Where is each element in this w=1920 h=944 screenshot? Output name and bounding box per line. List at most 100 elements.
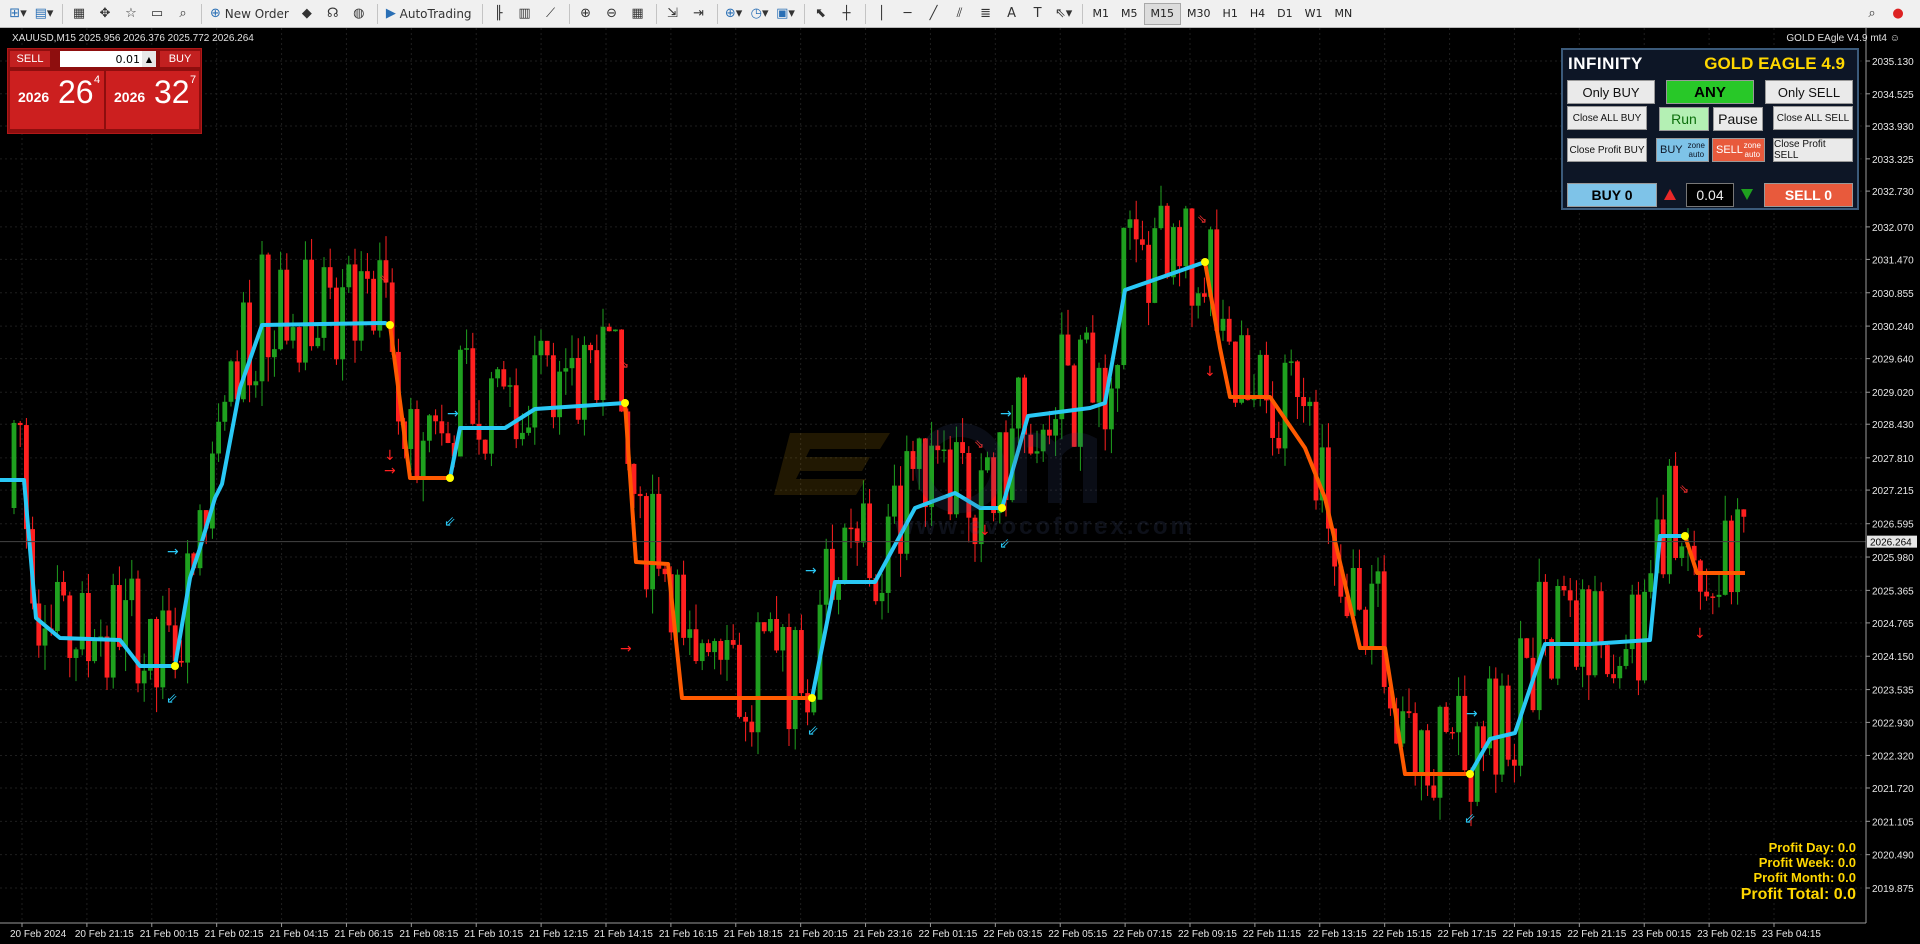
- lot-down-arrow-icon[interactable]: [1741, 189, 1753, 200]
- buy-signal-arrow: →: [805, 563, 817, 579]
- candle-body: [1698, 560, 1703, 592]
- templates-icon[interactable]: ▣ ▾: [774, 3, 798, 25]
- crosshair-icon[interactable]: ┼: [835, 3, 859, 25]
- toolbar-divider: [864, 3, 866, 24]
- only-buy-button[interactable]: Only BUY: [1567, 80, 1655, 104]
- text-icon[interactable]: A: [1000, 3, 1024, 25]
- lot-up-arrow-icon[interactable]: [1664, 189, 1676, 200]
- periods-icon[interactable]: ◷ ▾: [748, 3, 772, 25]
- candle-body: [588, 344, 593, 351]
- close-profit-sell-button[interactable]: Close Profit SELL: [1773, 138, 1853, 162]
- arrows-icon[interactable]: ⇖▾: [1052, 3, 1076, 25]
- price-axis-label: 2032.730: [1872, 187, 1914, 198]
- trendline-icon[interactable]: ╱: [922, 3, 946, 25]
- candle-body: [699, 643, 705, 662]
- auto-scroll-icon[interactable]: ⇲: [661, 3, 685, 25]
- terminal-icon[interactable]: ▭: [145, 3, 169, 25]
- candle-body: [1704, 591, 1709, 597]
- time-axis-label: 21 Feb 14:15: [594, 929, 653, 940]
- candle-body: [1171, 227, 1176, 278]
- candle-body: [470, 348, 476, 424]
- candle-body: [408, 409, 414, 449]
- tf-w1[interactable]: W1: [1299, 3, 1329, 25]
- buy-count-button[interactable]: BUY 0: [1567, 183, 1657, 207]
- metaeditor-icon[interactable]: ◆: [295, 3, 319, 25]
- zoom-out-icon[interactable]: ⊖: [600, 3, 624, 25]
- candle-body: [61, 581, 66, 596]
- new-chart-icon[interactable]: ⊞ ▾: [6, 3, 30, 25]
- toolbar-divider: [716, 3, 718, 24]
- tile-windows-icon[interactable]: ▦: [626, 3, 650, 25]
- market-icon[interactable]: ◍: [347, 3, 371, 25]
- profit-day: Profit Day: 0.0: [1768, 840, 1856, 855]
- tf-h1[interactable]: H1: [1217, 3, 1244, 25]
- any-button[interactable]: ANY: [1666, 80, 1754, 104]
- lot-increase-button[interactable]: ▲: [142, 51, 156, 67]
- toolbar-divider: [1081, 3, 1083, 24]
- candle-body: [1140, 239, 1145, 245]
- one-click-sell-button[interactable]: SELL: [10, 51, 50, 67]
- signals-icon[interactable]: ☊: [321, 3, 345, 25]
- tf-d1[interactable]: D1: [1271, 3, 1298, 25]
- one-click-buy-button[interactable]: BUY: [160, 51, 200, 67]
- time-axis-label: 21 Feb 02:15: [205, 929, 264, 940]
- ask-price-button[interactable]: 2026 32 7: [106, 71, 199, 129]
- buy-zone-auto-button[interactable]: BUY zone auto: [1656, 138, 1709, 162]
- tf-m30[interactable]: M30: [1181, 3, 1217, 25]
- toolbar-divider: [568, 3, 570, 24]
- candle-body: [1660, 519, 1666, 575]
- candlestick-icon[interactable]: ▥: [513, 3, 537, 25]
- bar-chart-icon[interactable]: ╟: [487, 3, 511, 25]
- pause-button[interactable]: Pause: [1713, 107, 1763, 131]
- tf-m1[interactable]: M1: [1087, 3, 1116, 25]
- bid-price-button[interactable]: 2026 26 4: [10, 71, 104, 129]
- sell-signal-arrow: ↓: [1694, 626, 1706, 642]
- zoom-in-icon[interactable]: ⊕: [574, 3, 598, 25]
- candle-body: [1084, 332, 1089, 340]
- ea-lot-input[interactable]: 0.04: [1686, 183, 1734, 207]
- cursor-icon[interactable]: ⬉: [809, 3, 833, 25]
- chart-shift-icon[interactable]: ⇥: [687, 3, 711, 25]
- candle-body: [743, 716, 748, 722]
- close-all-buy-button[interactable]: Close ALL BUY: [1567, 106, 1647, 130]
- candle-body: [613, 329, 618, 332]
- tf-mn[interactable]: MN: [1328, 3, 1358, 25]
- close-all-sell-button[interactable]: Close ALL SELL: [1773, 106, 1853, 130]
- notification-icon[interactable]: ●: [1886, 3, 1910, 25]
- data-window-icon[interactable]: ✥: [93, 3, 117, 25]
- text-label-icon[interactable]: T: [1026, 3, 1050, 25]
- ea-title-label: GOLD EAgle V4.9 mt4: [1786, 33, 1887, 44]
- indicators-icon[interactable]: ⊕ ▾: [722, 3, 746, 25]
- candle-body: [557, 371, 562, 418]
- sell-count-button[interactable]: SELL 0: [1764, 183, 1853, 207]
- fibonacci-icon[interactable]: ≣: [974, 3, 998, 25]
- price-axis-label: 2027.810: [1872, 454, 1914, 465]
- profiles-icon[interactable]: ▤ ▾: [32, 3, 56, 25]
- watermark-text: www.evocoforex.com: [895, 513, 1195, 540]
- run-button[interactable]: Run: [1659, 107, 1709, 131]
- buy-signal-arrow: →: [447, 406, 459, 422]
- channel-icon[interactable]: ⫽: [948, 3, 972, 25]
- vertical-line-icon[interactable]: │: [870, 3, 894, 25]
- candle-body: [879, 592, 885, 602]
- sell-zone-auto-button[interactable]: SELL zone auto: [1712, 138, 1765, 162]
- time-axis-label: 23 Feb 04:15: [1762, 929, 1821, 940]
- only-sell-button[interactable]: Only SELL: [1765, 80, 1853, 104]
- navigator-icon[interactable]: ☆: [119, 3, 143, 25]
- line-chart-icon[interactable]: ⟋: [539, 3, 563, 25]
- horizontal-line-icon[interactable]: ─: [896, 3, 920, 25]
- tf-m15[interactable]: M15: [1143, 2, 1182, 25]
- price-chart[interactable]: → → → → → → → ↓ ↓ ↓ ↓ ⇙ ⇙ ⇙ ⇙ ⇙ ⇘ ⇘ ⇘ ⇘ ⇘ 2035.130 2034.525 203…: [0, 28, 1920, 944]
- close-profit-buy-button[interactable]: Close Profit BUY: [1567, 138, 1647, 162]
- market-watch-icon[interactable]: ▦: [67, 3, 91, 25]
- candle-body: [768, 619, 773, 632]
- strategy-tester-icon[interactable]: ⌕: [171, 3, 195, 25]
- autotrading-button[interactable]: ▶ AutoTrading: [382, 3, 476, 25]
- new-order-button[interactable]: ⊕ New Order: [206, 3, 293, 25]
- tf-m5[interactable]: M5: [1115, 3, 1144, 25]
- search-icon[interactable]: ⌕: [1860, 3, 1884, 25]
- toolbar-divider: [62, 3, 63, 24]
- tf-h4[interactable]: H4: [1244, 3, 1271, 25]
- new-order-label: New Order: [224, 6, 289, 21]
- ask-sup: 7: [190, 74, 197, 86]
